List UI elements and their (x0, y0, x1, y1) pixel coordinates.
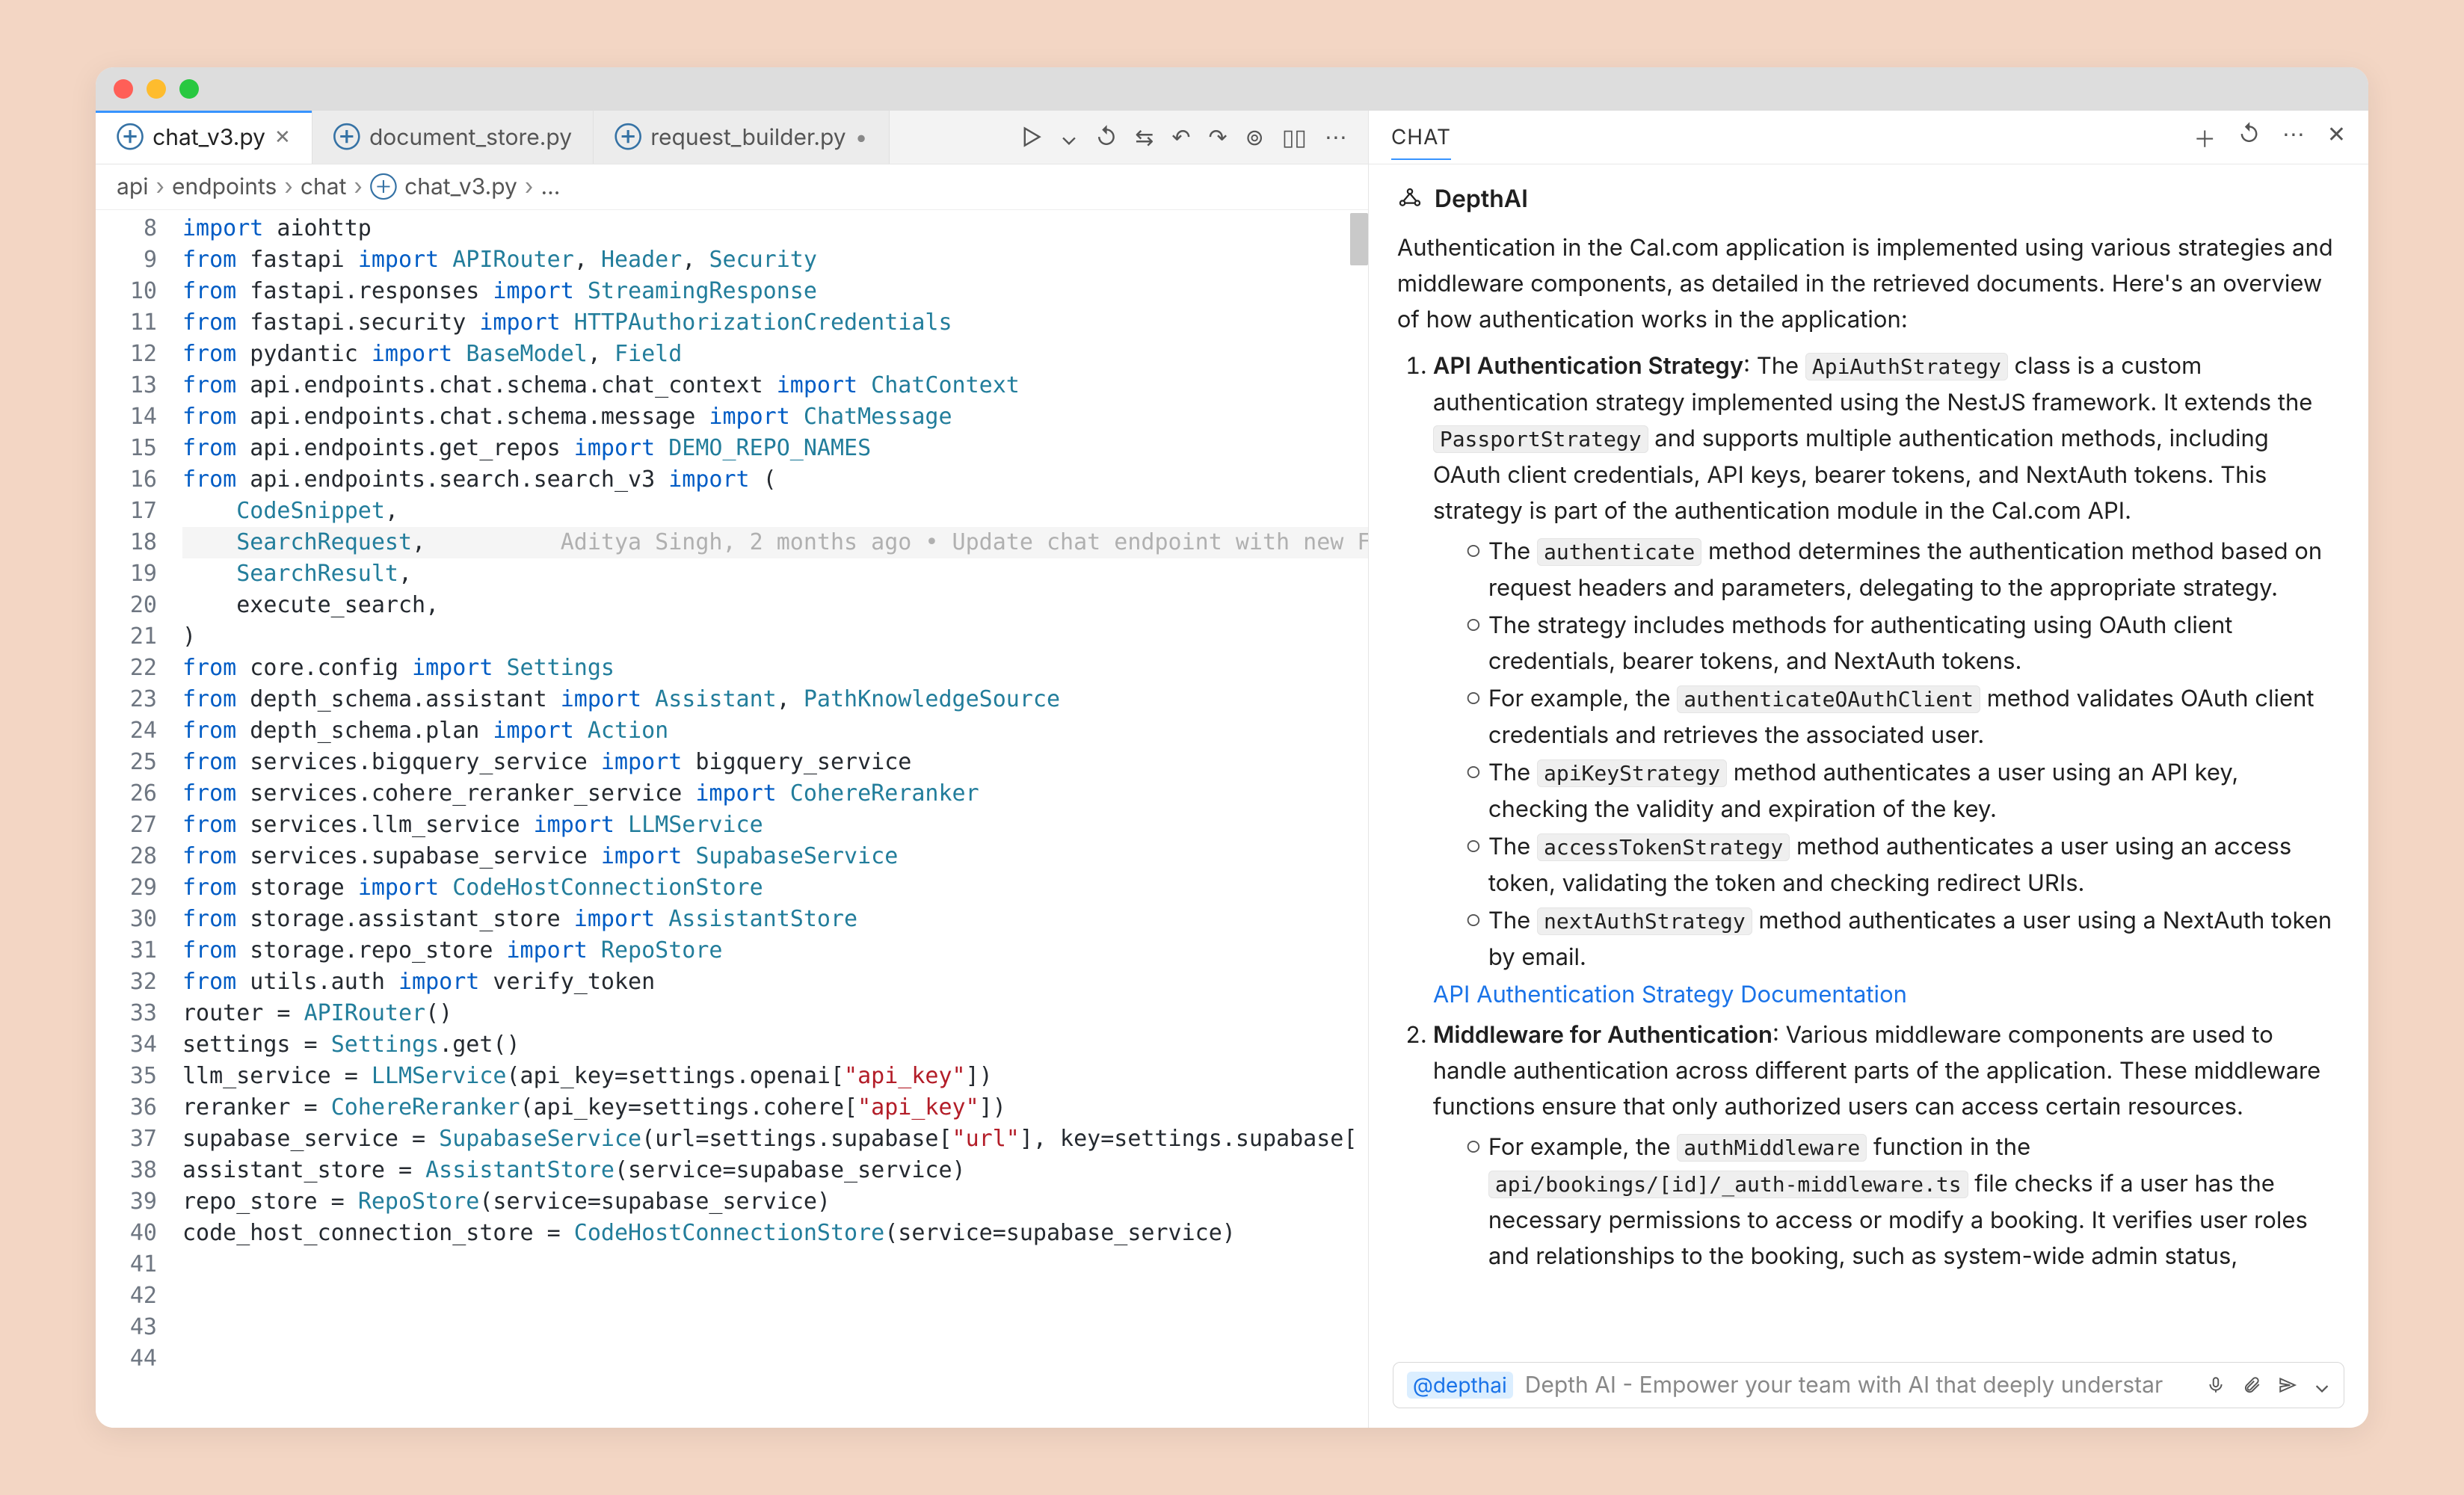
chat-body: DepthAI Authentication in the Cal.com ap… (1369, 164, 2368, 1348)
list-item: The apiKeyStrategy method authenticates … (1466, 755, 2340, 827)
input-placeholder: Depth AI - Empower your team with AI tha… (1525, 1372, 2163, 1399)
tab-label: document_store.py (369, 124, 572, 151)
code-token: ApiAuthStrategy (1805, 353, 2008, 380)
code-token: accessTokenStrategy (1537, 833, 1790, 861)
python-icon: ⊕ (370, 176, 397, 199)
close-icon[interactable]: ✕ (2327, 121, 2346, 154)
breadcrumb-file[interactable]: chat_v3.py (404, 173, 517, 200)
more-icon[interactable]: ⋯ (1325, 124, 1347, 151)
list-item: For example, the authenticateOAuthClient… (1466, 681, 2340, 753)
chevron-right-icon: › (525, 173, 534, 200)
tab-label: chat_v3.py (153, 124, 265, 151)
attach-icon[interactable] (2242, 1375, 2261, 1395)
app-window: ⊕ chat_v3.py ✕ ⊕ document_store.py ⊕ req… (96, 67, 2368, 1428)
list-item: The authenticate method determines the a… (1466, 534, 2340, 606)
tab-request-builder[interactable]: ⊕ request_builder.py • (594, 111, 889, 164)
list-item: The nextAuthStrategy method authenticate… (1466, 903, 2340, 975)
step-back-icon[interactable]: ↶ (1171, 124, 1190, 151)
close-icon[interactable]: ✕ (274, 126, 291, 149)
send-icon[interactable] (2278, 1375, 2297, 1395)
code-token: authenticate (1537, 538, 1701, 566)
list-item: For example, the authMiddleware function… (1466, 1129, 2340, 1274)
more-icon[interactable]: ⋯ (2282, 121, 2305, 154)
split-editor-icon[interactable]: ▯▯ (1282, 124, 1307, 151)
chevron-down-icon[interactable]: ⌄ (2314, 1372, 2330, 1398)
list-item: The strategy includes methods for authen… (1466, 608, 2340, 679)
chevron-down-icon[interactable]: ⌄ (1060, 124, 1077, 151)
history-icon[interactable]: ↺ (1096, 124, 1118, 151)
chevron-right-icon: › (155, 173, 164, 200)
chevron-right-icon: › (354, 173, 363, 200)
brand-icon (1397, 186, 1423, 212)
window-close-button[interactable] (114, 79, 133, 99)
code-token: PassportStrategy (1433, 425, 1648, 453)
breadcrumb-part[interactable]: chat (301, 173, 347, 200)
chevron-right-icon: › (284, 173, 293, 200)
list-item: The accessTokenStrategy method authentic… (1466, 829, 2340, 901)
dirty-indicator: • (855, 124, 868, 151)
python-icon: ⊕ (117, 126, 144, 149)
tab-document-store[interactable]: ⊕ document_store.py (312, 111, 594, 164)
history-icon[interactable]: ↺ (2238, 121, 2260, 154)
code-token: authenticateOAuthClient (1677, 685, 1980, 713)
editor-pane: ⊕ chat_v3.py ✕ ⊕ document_store.py ⊕ req… (96, 111, 1369, 1428)
chat-header: CHAT ＋ ↺ ⋯ ✕ (1369, 111, 2368, 164)
python-icon: ⊕ (333, 126, 360, 149)
chat-intro: Authentication in the Cal.com applicatio… (1397, 230, 2340, 338)
new-chat-icon[interactable]: ＋ (2193, 121, 2216, 154)
doc-link[interactable]: API Authentication Strategy Documentatio… (1433, 981, 1907, 1008)
brand-name: DepthAI (1435, 181, 1528, 217)
diff-icon[interactable]: ⇆ (1135, 124, 1154, 151)
breadcrumb-part[interactable]: endpoints (172, 173, 277, 200)
tab-label: request_builder.py (650, 124, 846, 151)
breadcrumb[interactable]: api › endpoints › chat › ⊕ chat_v3.py › … (96, 164, 1368, 210)
play-icon[interactable]: ▷ (1022, 124, 1043, 151)
chat-tab[interactable]: CHAT (1391, 124, 1451, 160)
tab-bar: ⊕ chat_v3.py ✕ ⊕ document_store.py ⊕ req… (96, 111, 1368, 164)
breadcrumb-trailing[interactable]: ... (540, 173, 560, 200)
step-forward-icon[interactable]: ↷ (1209, 124, 1228, 151)
code-token: api/bookings/[id]/_auth-middleware.ts (1488, 1171, 1968, 1198)
code-token: apiKeyStrategy (1537, 759, 1727, 787)
breadcrumb-part[interactable]: api (117, 173, 148, 200)
window-minimize-button[interactable] (147, 79, 166, 99)
mention-chip[interactable]: @depthai (1407, 1372, 1513, 1399)
run-controls: ▷ ⌄ ↺ ⇆ ↶ ↷ ⊚ ▯▯ ⋯ (1001, 124, 1368, 151)
list-item: Middleware for Authentication: Various m… (1433, 1017, 2340, 1274)
run-debug-icon[interactable]: ⊚ (1245, 124, 1264, 151)
minimap[interactable] (1350, 213, 1368, 265)
mic-icon[interactable] (2206, 1375, 2226, 1395)
titlebar (96, 67, 2368, 111)
code-content[interactable]: import aiohttpfrom fastapi import APIRou… (170, 210, 1368, 1428)
chat-pane: CHAT ＋ ↺ ⋯ ✕ DepthAI Authentication in t… (1369, 111, 2368, 1428)
python-icon: ⊕ (615, 126, 641, 149)
line-gutter: 8910111213141516171819202122232425262728… (96, 210, 170, 1428)
code-token: authMiddleware (1677, 1134, 1867, 1162)
window-maximize-button[interactable] (179, 79, 199, 99)
list-item: API Authentication Strategy: The ApiAuth… (1433, 348, 2340, 1013)
code-editor[interactable]: 8910111213141516171819202122232425262728… (96, 210, 1368, 1428)
chat-input[interactable]: @depthai Depth AI - Empower your team wi… (1393, 1362, 2344, 1408)
tab-chat-v3[interactable]: ⊕ chat_v3.py ✕ (96, 111, 312, 164)
code-token: nextAuthStrategy (1537, 907, 1752, 935)
